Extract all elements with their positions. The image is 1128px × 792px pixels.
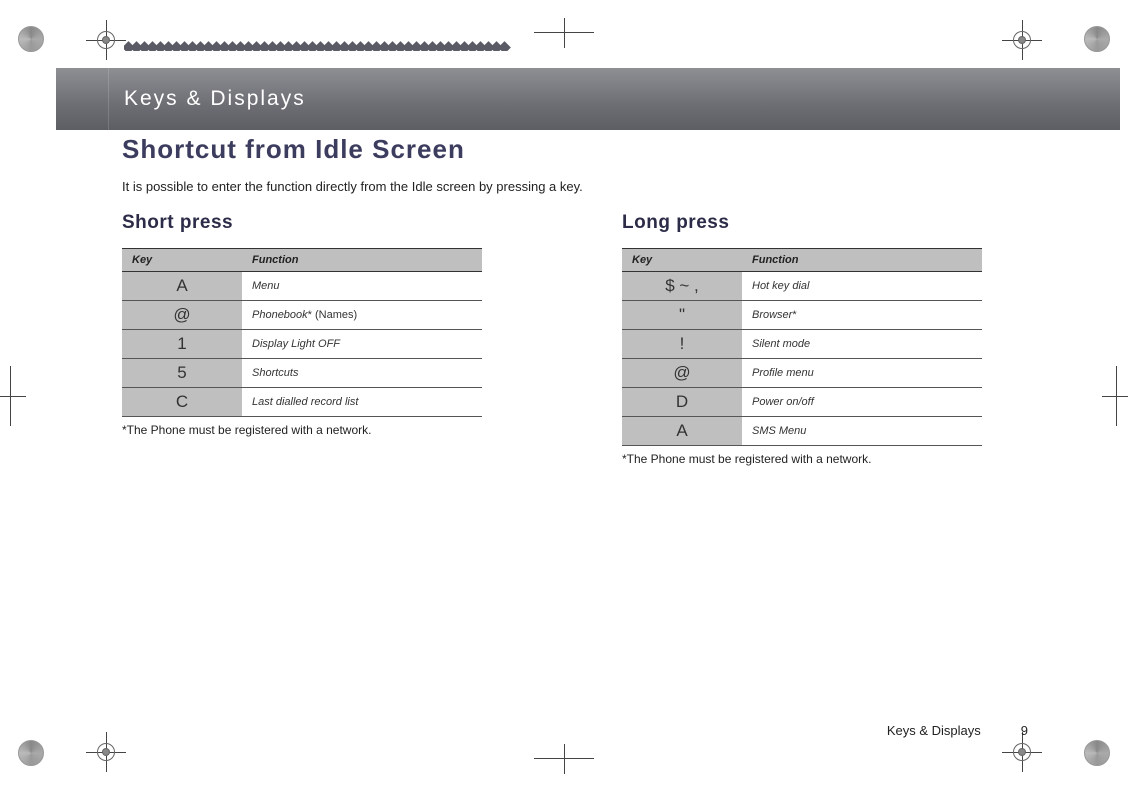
long-press-column: Long press Key Function $ ~ , Hot key di…	[622, 204, 1042, 466]
table-row: " Browser*	[622, 301, 982, 330]
key-cell: $ ~ ,	[622, 272, 742, 301]
key-cell: 1	[122, 330, 242, 359]
th-function: Function	[742, 249, 982, 272]
key-cell: "	[622, 301, 742, 330]
table-row: @ Phonebook* (Names)	[122, 301, 482, 330]
short-press-table: Key Function A Menu @ Phonebook* (Names)…	[122, 248, 482, 417]
registration-mark-icon	[86, 20, 126, 60]
colorwheel-icon	[18, 740, 44, 766]
long-press-heading: Long press	[622, 212, 1042, 234]
fn-cell: Display Light OFF	[242, 330, 482, 359]
section-intro: It is possible to enter the function dir…	[122, 179, 1048, 194]
key-cell: C	[122, 388, 242, 417]
short-press-footnote: *The Phone must be registered with a net…	[122, 423, 542, 437]
registration-mark-icon	[1002, 732, 1042, 772]
key-cell: A	[622, 417, 742, 446]
colorwheel-icon	[18, 26, 44, 52]
registration-mark-icon	[1002, 20, 1042, 60]
long-press-footnote: *The Phone must be registered with a net…	[622, 452, 1042, 466]
short-press-column: Short press Key Function A Menu @ Phone	[122, 204, 542, 466]
section-title: Shortcut from Idle Screen	[122, 134, 1048, 165]
key-cell: D	[622, 388, 742, 417]
footer-chapter: Keys & Displays	[887, 723, 981, 738]
page-content: Shortcut from Idle Screen It is possible…	[122, 134, 1048, 466]
short-press-heading: Short press	[122, 212, 542, 234]
th-key: Key	[122, 249, 242, 272]
table-row: 5 Shortcuts	[122, 359, 482, 388]
chapter-header: Keys & Displays	[56, 68, 1120, 130]
crop-tick-icon	[1102, 366, 1128, 426]
fn-cell: Power on/off	[742, 388, 982, 417]
key-cell: @	[622, 359, 742, 388]
th-key: Key	[622, 249, 742, 272]
table-row: $ ~ , Hot key dial	[622, 272, 982, 301]
chapter-title: Keys & Displays	[124, 87, 306, 111]
th-function: Function	[242, 249, 482, 272]
page-footer: Keys & Displays 9	[887, 723, 1028, 738]
colorwheel-icon	[1084, 26, 1110, 52]
table-row: @ Profile menu	[622, 359, 982, 388]
fn-cell: Profile menu	[742, 359, 982, 388]
fn-cell: Shortcuts	[242, 359, 482, 388]
table-row: C Last dialled record list	[122, 388, 482, 417]
key-cell: 5	[122, 359, 242, 388]
fn-cell: Menu	[242, 272, 482, 301]
fn-cell: Browser*	[742, 301, 982, 330]
registration-mark-icon	[86, 732, 126, 772]
table-row: A SMS Menu	[622, 417, 982, 446]
colorwheel-icon	[1084, 740, 1110, 766]
fn-cell: Silent mode	[742, 330, 982, 359]
table-row: A Menu	[122, 272, 482, 301]
key-cell: A	[122, 272, 242, 301]
crop-tick-icon	[0, 366, 26, 426]
fn-cell: Phonebook* (Names)	[242, 301, 482, 330]
ornament-diamond-row	[124, 39, 554, 51]
table-row: ! Silent mode	[622, 330, 982, 359]
table-row: 1 Display Light OFF	[122, 330, 482, 359]
fn-cell: SMS Menu	[742, 417, 982, 446]
long-press-table: Key Function $ ~ , Hot key dial " Browse…	[622, 248, 982, 446]
page-number: 9	[1021, 723, 1028, 738]
crop-tick-icon	[534, 744, 594, 774]
key-cell: @	[122, 301, 242, 330]
key-cell: !	[622, 330, 742, 359]
fn-cell: Last dialled record list	[242, 388, 482, 417]
fn-cell: Hot key dial	[742, 272, 982, 301]
table-row: D Power on/off	[622, 388, 982, 417]
